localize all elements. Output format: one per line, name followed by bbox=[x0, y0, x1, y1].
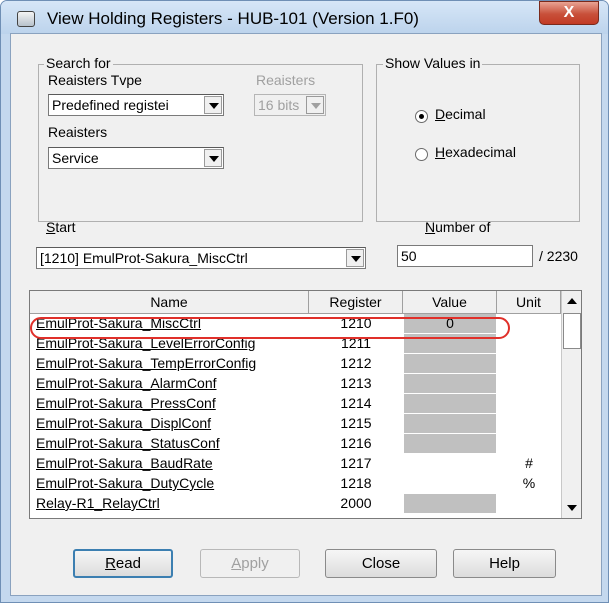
table-row[interactable]: EmulProt-Sakura_DisplConf 1215 bbox=[30, 414, 561, 433]
chevron-down-icon[interactable] bbox=[346, 249, 364, 267]
register-number-cell: 1215 bbox=[340, 415, 372, 431]
window-title: View Holding Registers - HUB-101 (Versio… bbox=[47, 9, 419, 28]
register-unit-cell bbox=[500, 374, 558, 393]
register-name-cell[interactable]: EmulProt-Sakura_BaudRate bbox=[36, 454, 308, 473]
hexadecimal-label[interactable]: Hexadecimal bbox=[435, 144, 516, 160]
register-unit-cell bbox=[500, 354, 558, 373]
register-unit-cell bbox=[500, 434, 558, 453]
start-label: Start bbox=[46, 219, 76, 235]
registers-bits-select: 16 bits bbox=[254, 94, 326, 116]
title-bar[interactable]: View Holding Registers - HUB-101 (Versio… bbox=[1, 1, 608, 34]
chevron-down-icon bbox=[306, 96, 324, 114]
register-value-cell[interactable] bbox=[404, 394, 496, 413]
total-registers-count: / 2230 bbox=[539, 248, 578, 264]
table-row[interactable]: EmulProt-Sakura_StatusConf 1216 bbox=[30, 434, 561, 453]
selection-highlight-outline bbox=[30, 317, 510, 339]
register-number-cell: 1216 bbox=[340, 435, 372, 451]
table-row[interactable]: EmulProt-Sakura_TempErrorConfig 1212 bbox=[30, 354, 561, 373]
table-row[interactable]: EmulProt-Sakura_DutyCycle 1218% bbox=[30, 474, 561, 493]
column-header-value[interactable]: Value bbox=[403, 291, 497, 313]
show-values-group bbox=[376, 64, 580, 222]
column-header-unit[interactable]: Unit bbox=[497, 291, 561, 313]
read-button[interactable]: Read bbox=[73, 549, 173, 578]
register-number-cell: 1214 bbox=[340, 395, 372, 411]
register-number-cell: 2000 bbox=[340, 495, 372, 511]
table-header: Name Register Value Unit bbox=[30, 291, 561, 314]
decimal-radio[interactable] bbox=[415, 110, 428, 123]
decimal-label[interactable]: Decimal bbox=[435, 106, 486, 122]
column-header-name[interactable]: Name bbox=[30, 291, 309, 313]
register-value-cell[interactable] bbox=[404, 494, 496, 513]
register-number-cell: 1213 bbox=[340, 375, 372, 391]
window-icon bbox=[17, 11, 35, 27]
number-of-label: Number of bbox=[425, 219, 491, 235]
register-name-cell[interactable]: EmulProt-Sakura_PressConf bbox=[36, 394, 308, 413]
register-number-cell: 1212 bbox=[340, 355, 372, 371]
registers-bits-value: 16 bits bbox=[258, 97, 300, 113]
register-unit-cell bbox=[500, 494, 558, 513]
chevron-down-icon[interactable] bbox=[204, 149, 222, 167]
register-number-cell: 1217 bbox=[340, 455, 372, 471]
scroll-up-icon[interactable] bbox=[562, 291, 581, 311]
number-of-input[interactable]: 50 bbox=[397, 245, 533, 267]
register-value-cell[interactable] bbox=[404, 414, 496, 433]
hexadecimal-radio[interactable] bbox=[415, 148, 428, 161]
table-row[interactable]: EmulProt-Sakura_BaudRate 1217 # bbox=[30, 454, 561, 473]
register-number-cell: 1218 bbox=[340, 475, 372, 491]
start-select[interactable]: [1210] EmulProt-Sakura_MiscCtrl bbox=[36, 247, 366, 269]
register-name-cell[interactable]: EmulProt-Sakura_DisplConf bbox=[36, 414, 308, 433]
table-scrollbar[interactable] bbox=[561, 291, 581, 518]
apply-button: Apply bbox=[200, 549, 300, 578]
help-button[interactable]: Help bbox=[453, 549, 556, 578]
register-value-cell[interactable] bbox=[404, 374, 496, 393]
register-unit-cell bbox=[500, 334, 558, 353]
registers-type-value: Predefined registei bbox=[52, 97, 169, 113]
registers-value: Service bbox=[52, 150, 99, 166]
register-name-cell[interactable]: EmulProt-Sakura_AlarmConf bbox=[36, 374, 308, 393]
scroll-down-icon[interactable] bbox=[562, 498, 581, 518]
register-unit-cell: % bbox=[522, 475, 536, 491]
register-value-cell[interactable] bbox=[404, 354, 496, 373]
register-value-cell[interactable] bbox=[404, 474, 496, 493]
table-row[interactable]: EmulProt-Sakura_AlarmConf 1213 bbox=[30, 374, 561, 393]
chevron-down-icon[interactable] bbox=[204, 96, 222, 114]
close-window-button[interactable]: X bbox=[539, 1, 599, 25]
show-values-label: Show Values in bbox=[383, 55, 483, 71]
registers-type-select[interactable]: Predefined registei bbox=[48, 94, 224, 116]
register-name-cell[interactable]: EmulProt-Sakura_TempErrorConfig bbox=[36, 354, 308, 373]
registers-label: Reaisters bbox=[48, 124, 108, 140]
register-name-cell[interactable]: EmulProt-Sakura_StatusConf bbox=[36, 434, 308, 453]
registers-bits-label: Reaisters bbox=[256, 72, 316, 88]
register-name-cell[interactable]: Relay-R1_RelayCtrl bbox=[36, 494, 308, 513]
column-header-register[interactable]: Register bbox=[309, 291, 403, 313]
register-unit-cell bbox=[500, 414, 558, 433]
register-unit-cell bbox=[500, 394, 558, 413]
register-value-cell[interactable] bbox=[404, 434, 496, 453]
registers-type-label: Reaisters Tvpe bbox=[48, 72, 142, 88]
registers-select[interactable]: Service bbox=[48, 147, 224, 169]
register-unit-cell: # bbox=[525, 455, 533, 471]
scrollbar-thumb[interactable] bbox=[563, 313, 581, 349]
start-value: [1210] EmulProt-Sakura_MiscCtrl bbox=[40, 250, 248, 266]
table-row[interactable]: Relay-R1_RelayCtrl 2000 bbox=[30, 494, 561, 513]
table-row[interactable]: EmulProt-Sakura_PressConf 1214 bbox=[30, 394, 561, 413]
register-value-cell[interactable] bbox=[404, 454, 496, 473]
register-name-cell[interactable]: EmulProt-Sakura_DutyCycle bbox=[36, 474, 308, 493]
close-button[interactable]: Close bbox=[325, 549, 437, 578]
search-for-label: Search for bbox=[44, 55, 113, 71]
